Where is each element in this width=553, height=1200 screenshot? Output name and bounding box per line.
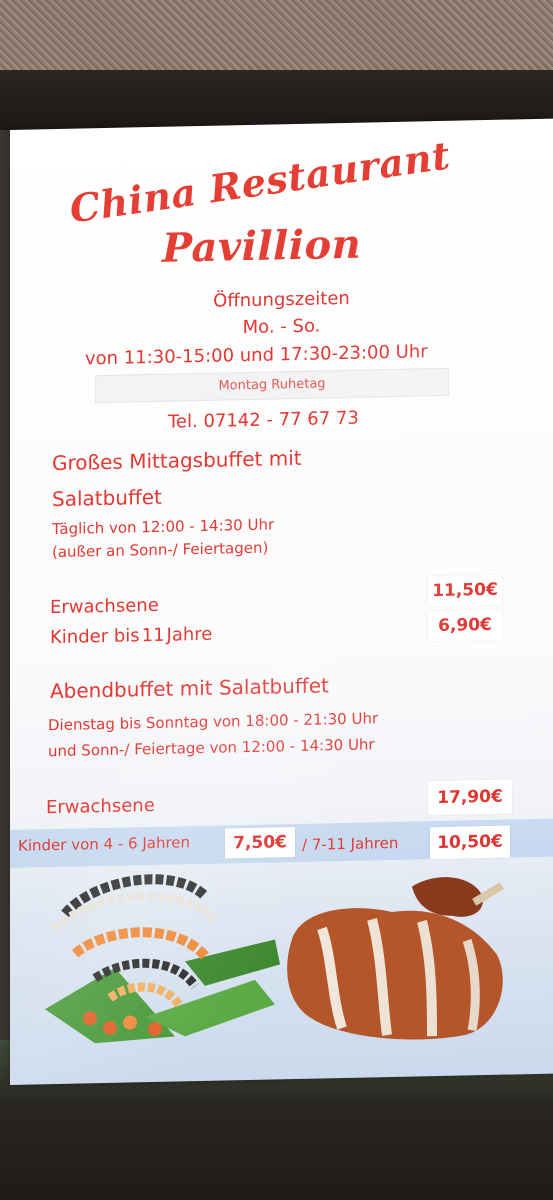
lunch-kids-price: 6,90€ [428, 609, 502, 642]
lunch-kids-age: 11 [139, 624, 167, 647]
restaurant-name-line1: China Restaurant [67, 132, 453, 232]
lunch-adults-price: 11,50€ [428, 574, 502, 607]
phone-number: Tel. 07142 - 77 67 73 [168, 407, 359, 433]
lunch-schedule-note: (außer an Sonn-/ Feiertagen) [52, 538, 269, 562]
dinner-schedule-holidays: und Sonn-/ Feiertage von 12:00 - 14:30 U… [48, 735, 375, 761]
dinner-schedule: Dienstag bis Sonntag von 18:00 - 21:30 U… [48, 709, 379, 735]
opening-hours-heading: Öffnungszeiten [213, 287, 350, 312]
lunch-heading-line2: Salatbuffet [52, 484, 162, 512]
lunch-kids-label: Kinder bis 11 Jahre [50, 624, 212, 648]
menu-poster: China Restaurant Pavillion Öffnungszeite… [10, 118, 553, 1085]
dinner-adults-label: Erwachsene [46, 794, 155, 819]
opening-times: von 11:30-15:00 und 17:30-23:00 Uhr [85, 341, 428, 370]
dinner-kids-label-young: Kinder von 4 - 6 Jahren [18, 833, 191, 855]
sushi-platter-image [45, 874, 280, 1044]
dinner-kids-price-young: 7,50€ [225, 827, 295, 859]
dinner-kids-price-older: 10,50€ [430, 825, 510, 860]
lunch-heading-line1: Großes Mittagsbuffet mit [52, 445, 302, 476]
lunch-adults-label: Erwachsene [50, 594, 159, 619]
wall-background [0, 0, 553, 80]
lunch-kids-label-pre: Kinder bis [50, 625, 140, 649]
dinner-adults-price: 17,90€ [428, 779, 512, 816]
pork-knuckle-image [287, 877, 504, 1040]
restaurant-name-line2: Pavillion [162, 220, 362, 272]
lunch-schedule: Täglich von 12:00 - 14:30 Uhr [52, 515, 275, 539]
dinner-heading: Abendbuffet mit Salatbuffet [50, 673, 329, 704]
closed-day-label: Montag Ruhetag [95, 367, 449, 404]
opening-days: Mo. - So. [242, 315, 321, 339]
dinner-kids-label-older: / 7-11 Jahren [302, 833, 399, 854]
lunch-kids-label-post: Jahre [166, 623, 213, 646]
